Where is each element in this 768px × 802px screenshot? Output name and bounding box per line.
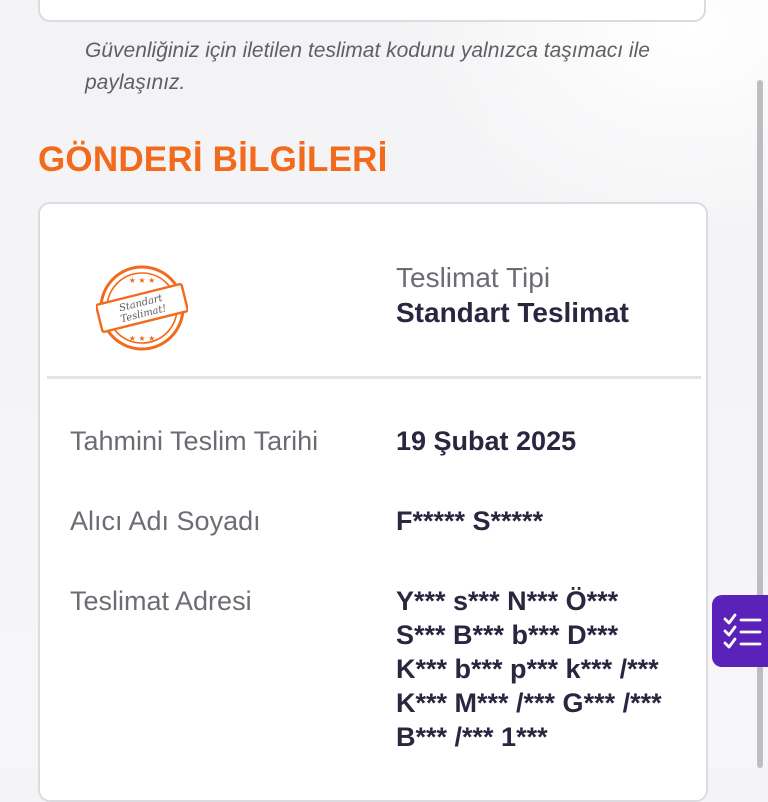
delivery-type-value: Standart Teslimat [396, 297, 629, 328]
card-divider [47, 376, 701, 379]
delivery-code-card [38, 0, 706, 22]
section-title: GÖNDERİ BİLGİLERİ [38, 140, 388, 179]
shipment-info-card: ★ ★ ★ ★ ★ ★ Standart Teslimat! Teslimat … [38, 202, 708, 802]
checklist-fab-button[interactable] [712, 595, 768, 667]
address-label: Teslimat Adresi [70, 586, 252, 616]
recipient-value: F***** S***** [396, 506, 544, 536]
address-value: Y*** s*** N*** Ö*** S*** B*** b*** D*** … [396, 586, 662, 752]
estimated-date-value: 19 Şubat 2025 [396, 426, 577, 456]
estimated-date-label: Tahmini Teslim Tarihi [70, 426, 319, 456]
svg-text:★ ★ ★: ★ ★ ★ [129, 334, 156, 343]
svg-text:★ ★ ★: ★ ★ ★ [129, 276, 156, 285]
delivery-type-label: Teslimat Tipi [396, 262, 551, 293]
checklist-icon [723, 613, 762, 649]
security-note: Güvenliğiniz için iletilen teslimat kodu… [85, 39, 650, 94]
standart-teslimat-stamp-icon: ★ ★ ★ ★ ★ ★ Standart Teslimat! [96, 265, 188, 351]
recipient-label: Alıcı Adı Soyadı [70, 506, 261, 536]
